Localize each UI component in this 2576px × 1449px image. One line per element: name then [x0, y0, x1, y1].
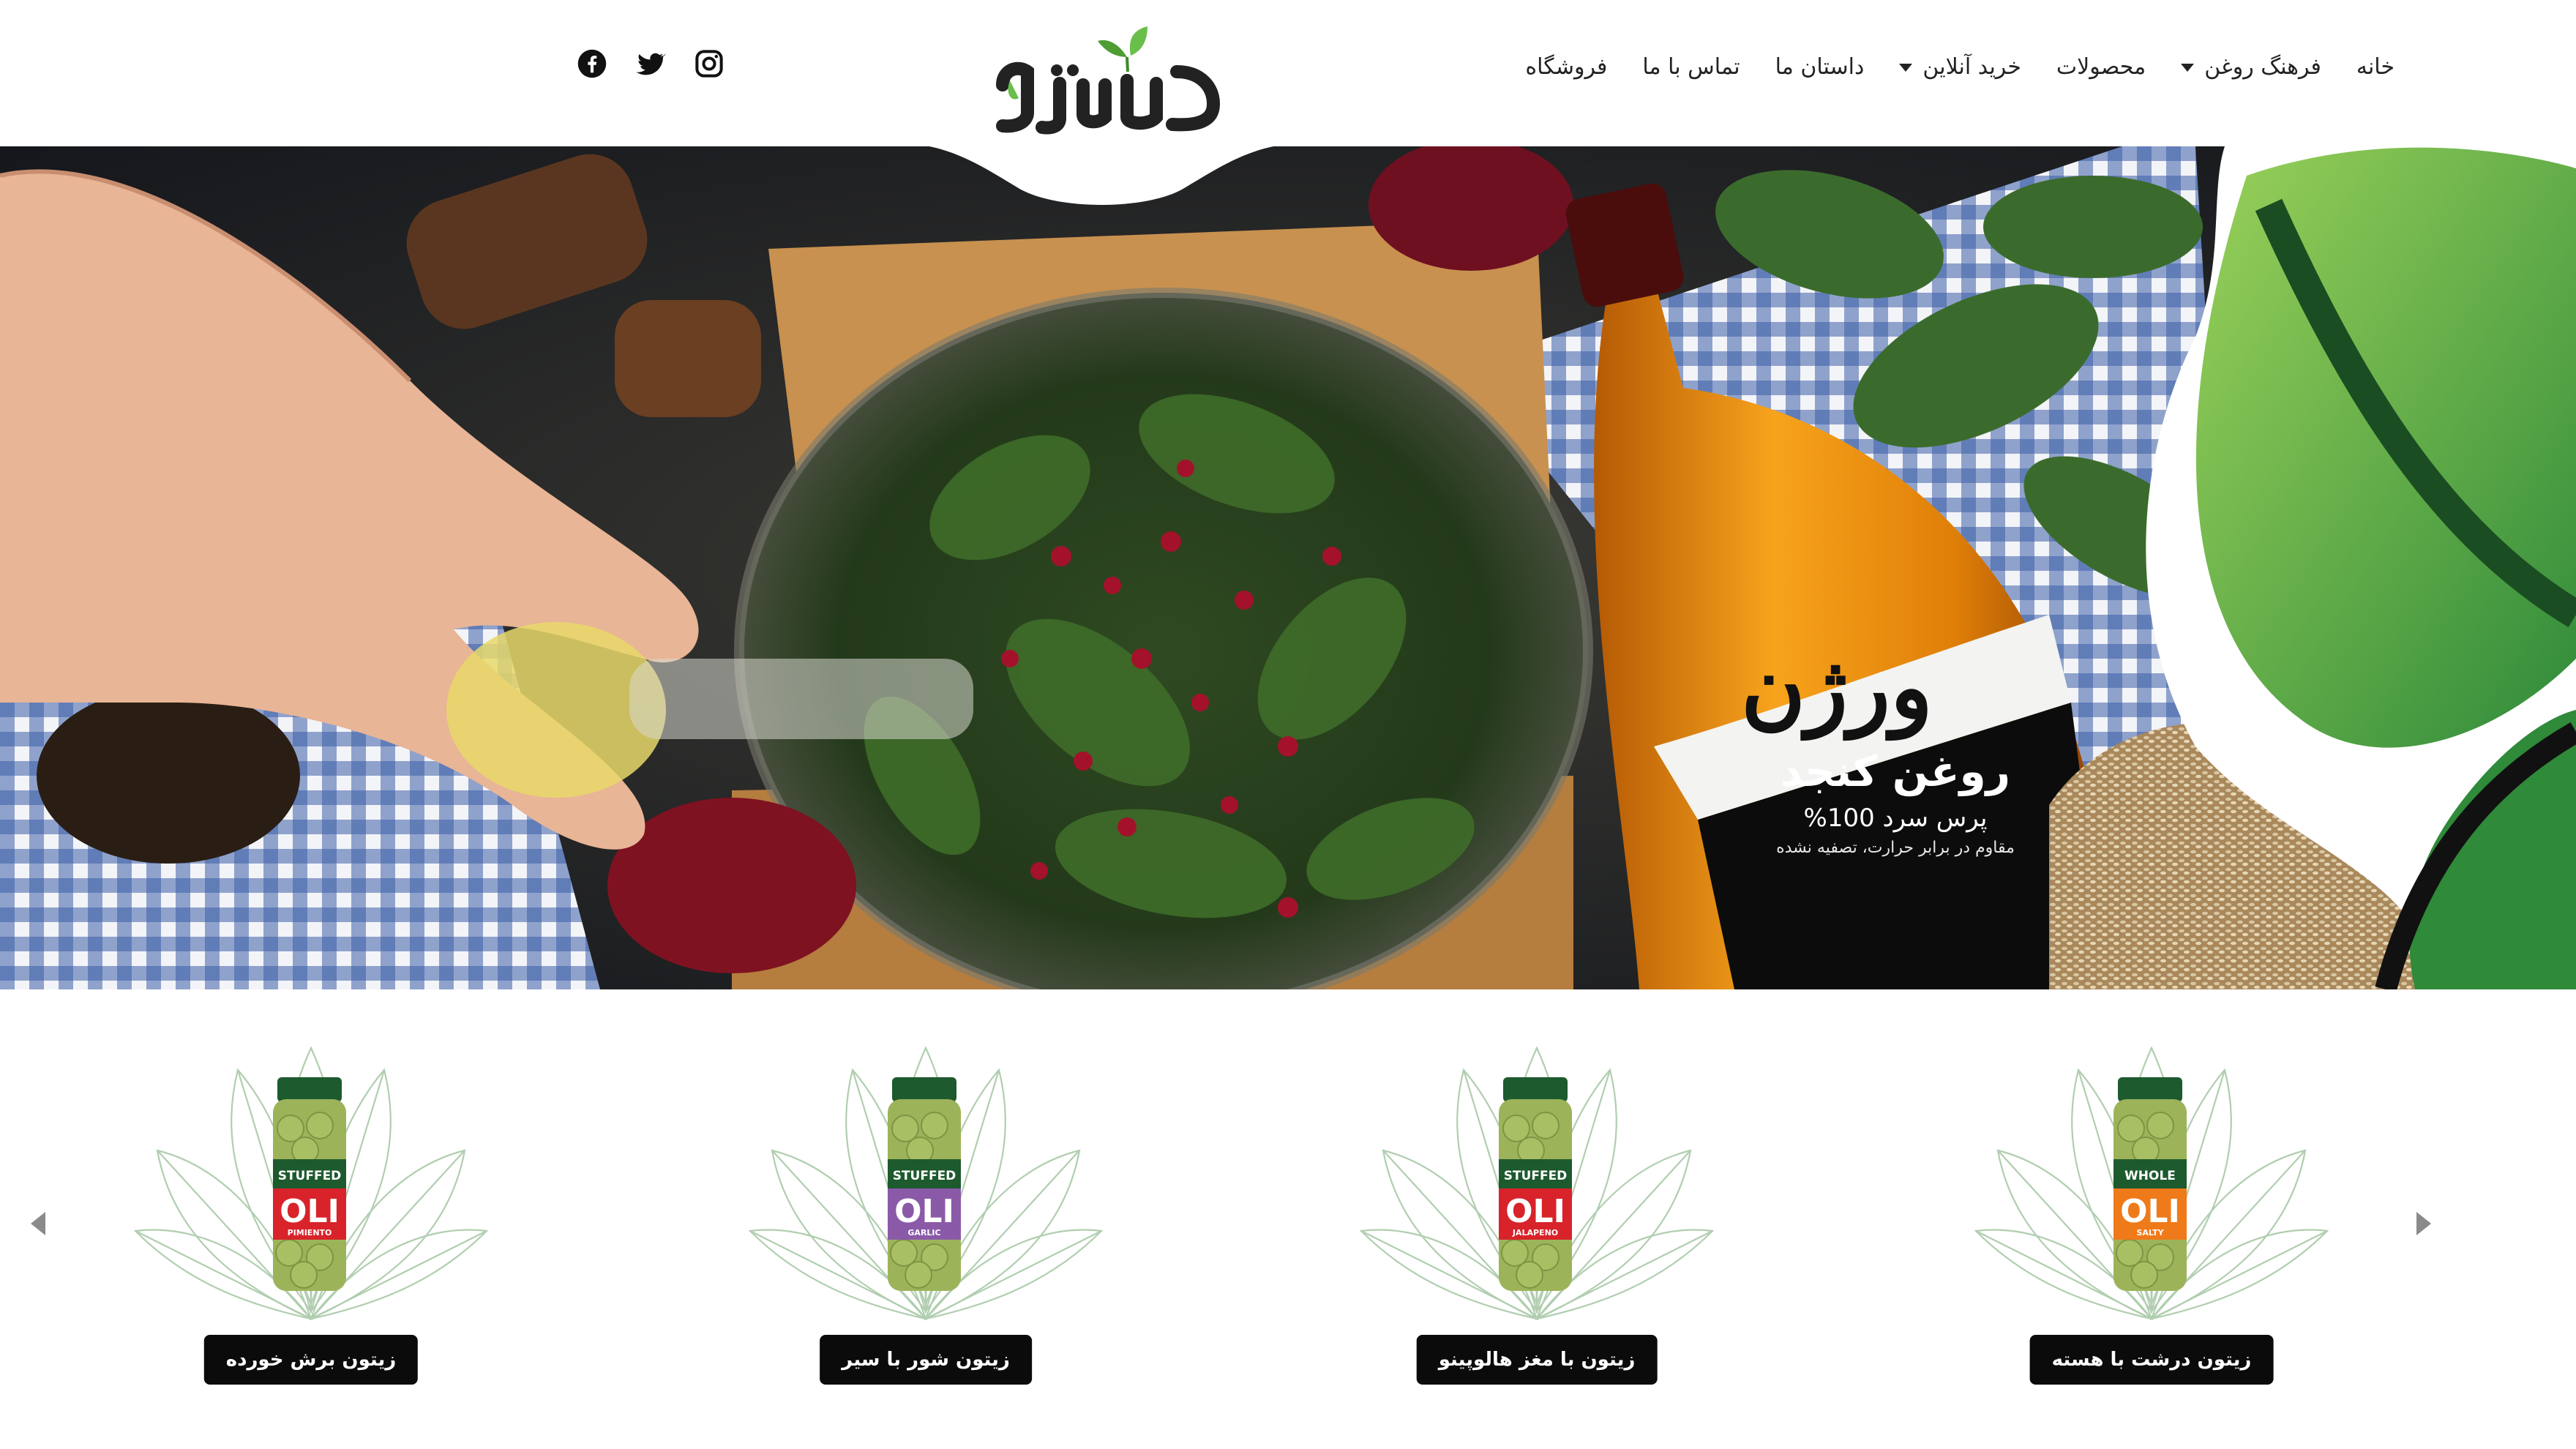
product-card[interactable]: STUFFED OLI GARLIC زیتون شور با سیر [743, 1041, 1109, 1421]
chevron-left-icon [31, 1212, 45, 1235]
twitter-icon[interactable] [634, 47, 667, 80]
jar-variant: SALTY [2136, 1228, 2164, 1238]
caret-down-icon [2181, 63, 2195, 72]
product-card[interactable]: STUFFED OLI PIMIENTO زیتون برش خورده [128, 1041, 494, 1421]
product-title[interactable]: زیتون برش خورده [203, 1335, 419, 1385]
jar-variant: GARLIC [907, 1228, 940, 1238]
bottle-product-name: روغن کنجد [1780, 746, 2011, 796]
svg-text:OLI: OLI [1505, 1193, 1565, 1230]
nav-item-products[interactable]: محصولات [2056, 45, 2146, 89]
olive-jar-image: STUFFED OLI GARLIC [888, 1077, 961, 1291]
nav-label: محصولات [2056, 54, 2146, 80]
jar-variant: PIMIENTO [288, 1228, 332, 1238]
carousel-prev-button[interactable] [16, 1202, 60, 1246]
main-navigation: خانه فرهنگ روغن محصولات خرید آنلاین داست… [1525, 45, 2395, 89]
nav-label: داستان ما [1775, 54, 1865, 80]
nav-label: خانه [2356, 54, 2395, 80]
product-card[interactable]: STUFFED OLI JALAPENO زیتون با مغز هالوپی… [1354, 1041, 1720, 1421]
nav-item-home[interactable]: خانه [2356, 45, 2395, 89]
nav-label: فروشگاه [1525, 54, 1608, 80]
nav-label: فرهنگ روغن [2204, 54, 2321, 80]
svg-text:OLI: OLI [2120, 1193, 2180, 1230]
jar-text: STUFFED [893, 1169, 956, 1183]
jar-text: WHOLE [2124, 1169, 2176, 1183]
svg-text:OLI: OLI [894, 1193, 954, 1230]
nav-label: خرید آنلاین [1922, 54, 2021, 80]
nav-item-contact[interactable]: تماس با ما [1642, 45, 1740, 89]
jar-variant: JALAPENO [1512, 1228, 1558, 1238]
carousel-next-button[interactable] [2402, 1202, 2446, 1246]
product-card[interactable]: WHOLE OLI SALTY زیتون درشت با هسته [1969, 1041, 2334, 1421]
chevron-right-icon [2416, 1212, 2431, 1235]
product-title[interactable]: زیتون با مغز هالوپینو [1416, 1335, 1658, 1385]
olive-jar-image: STUFFED OLI PIMIENTO [273, 1077, 346, 1291]
olive-jar-image: STUFFED OLI JALAPENO [1499, 1077, 1572, 1291]
logo-notch [907, 143, 1295, 205]
hero-banner [0, 146, 2576, 989]
bottle-label: روغن کنجد پرس سرد 100% مقاوم در برابر حر… [1705, 717, 2086, 861]
jar-text: STUFFED [278, 1169, 342, 1183]
nav-label: تماس با ما [1642, 54, 1740, 80]
olive-jar-image: WHOLE OLI SALTY [2113, 1077, 2187, 1291]
nav-item-our-story[interactable]: داستان ما [1775, 45, 1865, 89]
product-carousel: WHOLE OLI SALTY زیتون درشت با هسته STUFF… [0, 989, 2576, 1449]
jar-text: STUFFED [1504, 1169, 1568, 1183]
site-logo[interactable] [981, 26, 1222, 136]
svg-text:OLI: OLI [280, 1193, 340, 1230]
bottle-product-sub: پرس سرد 100% [1803, 804, 1988, 833]
site-header: خانه فرهنگ روغن محصولات خرید آنلاین داست… [0, 0, 2576, 146]
product-title[interactable]: زیتون شور با سیر [820, 1335, 1032, 1385]
hero-image [0, 146, 2576, 989]
nav-item-oil-culture[interactable]: فرهنگ روغن [2181, 45, 2321, 89]
product-title[interactable]: زیتون درشت با هسته [2029, 1335, 2274, 1385]
caret-down-icon [1899, 63, 1913, 72]
instagram-icon[interactable] [692, 47, 726, 80]
nav-item-online-shopping[interactable]: خرید آنلاین [1899, 45, 2021, 89]
social-links [575, 47, 726, 80]
logo-mark [996, 26, 1221, 135]
bottle-product-desc: مقاوم در برابر حرارت، تصفیه نشده [1776, 839, 2015, 857]
facebook-icon[interactable] [575, 47, 609, 80]
nav-item-shop[interactable]: فروشگاه [1525, 45, 1607, 89]
